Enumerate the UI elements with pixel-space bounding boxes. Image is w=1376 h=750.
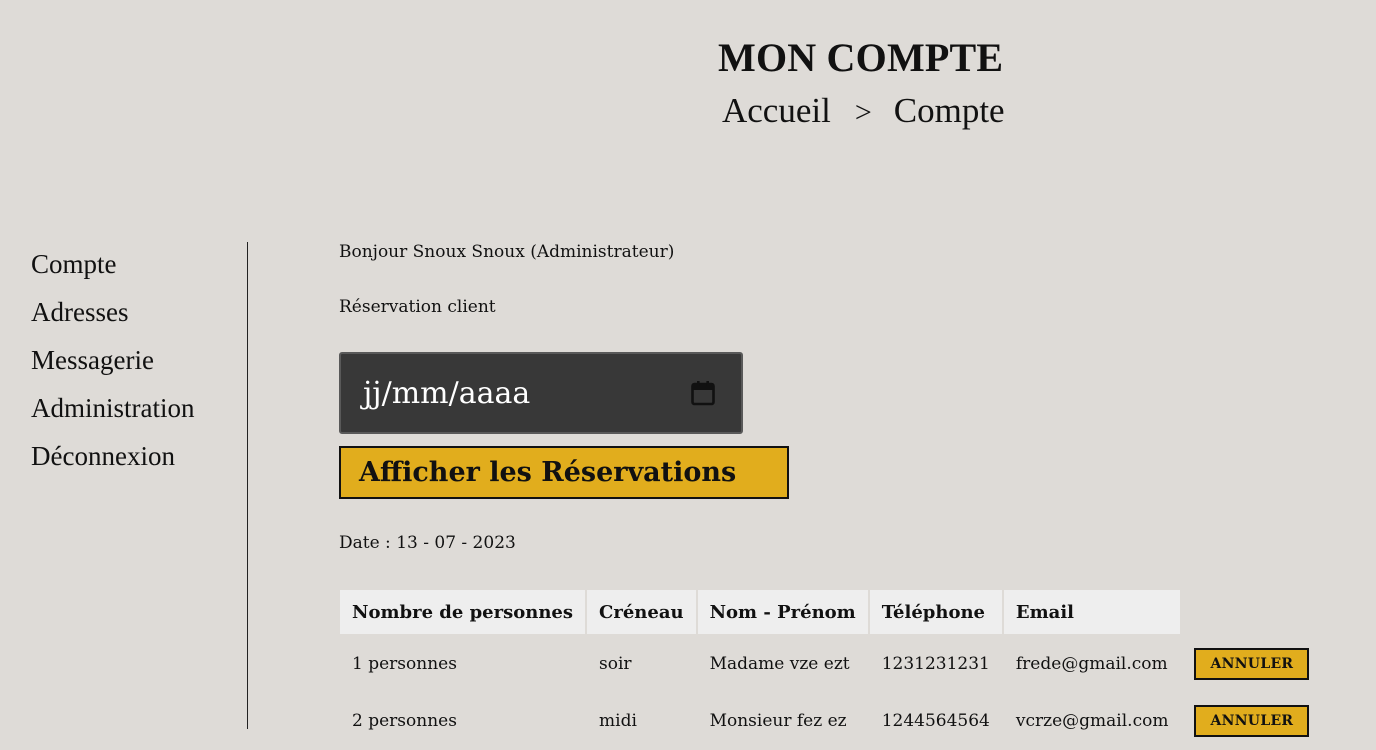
cell-email: vcrze@gmail.com xyxy=(1015,710,1169,731)
sidebar-item-compte[interactable]: Compte xyxy=(31,240,247,288)
page-header: MON COMPTE Accueil > Compte xyxy=(0,0,1376,200)
cell-name: Monsieur fez ez xyxy=(709,710,847,731)
cell-action: ANNULER xyxy=(1182,636,1321,691)
selected-date-label: Date : 13 - 07 - 2023 xyxy=(339,533,516,553)
column-header-phone: Téléphone xyxy=(869,590,1002,634)
section-label: Réservation client xyxy=(339,297,496,317)
cell-persons: 2 personnes xyxy=(352,710,457,731)
cell-slot: midi xyxy=(599,710,637,731)
cell-slot: soir xyxy=(599,653,632,674)
show-reservations-button[interactable]: Afficher les Réservations xyxy=(339,446,789,499)
calendar-icon[interactable] xyxy=(691,380,715,406)
reservations-table: Nombre de personnes Créneau Nom - Prénom… xyxy=(338,588,1323,750)
cell-email: frede@gmail.com xyxy=(1015,653,1168,674)
cell-phone: 1231231231 xyxy=(881,653,990,674)
cancel-reservation-button[interactable]: ANNULER xyxy=(1194,647,1310,680)
date-input[interactable]: jj/mm/aaaa xyxy=(339,352,743,434)
breadcrumb: Accueil > Compte xyxy=(722,90,1005,134)
greeting-text: Bonjour Snoux Snoux (Administrateur) xyxy=(339,242,675,262)
breadcrumb-home-link[interactable]: Accueil xyxy=(722,91,831,130)
breadcrumb-current: Compte xyxy=(893,91,1005,130)
cell-name: Madame vze ezt xyxy=(709,653,850,674)
sidebar-item-deconnexion[interactable]: Déconnexion xyxy=(31,432,247,480)
column-header-slot: Créneau xyxy=(587,590,696,634)
table-row: 2 personnes midi Monsieur fez ez 1244564… xyxy=(340,693,1321,748)
account-sidebar: Compte Adresses Messagerie Administratio… xyxy=(31,240,247,480)
cell-persons: 1 personnes xyxy=(352,653,457,674)
date-input-placeholder: jj/mm/aaaa xyxy=(363,375,531,411)
page-title: MON COMPTE xyxy=(718,35,1004,80)
sidebar-item-adresses[interactable]: Adresses xyxy=(31,288,247,336)
breadcrumb-separator: > xyxy=(854,96,872,129)
sidebar-item-messagerie[interactable]: Messagerie xyxy=(31,336,247,384)
cancel-reservation-button[interactable]: ANNULER xyxy=(1194,704,1310,737)
cell-phone: 1244564564 xyxy=(881,710,990,731)
sidebar-item-administration[interactable]: Administration xyxy=(31,384,247,432)
column-header-name: Nom - Prénom xyxy=(697,590,868,634)
table-row: 1 personnes soir Madame vze ezt 12312312… xyxy=(340,636,1321,691)
table-header-row: Nombre de personnes Créneau Nom - Prénom… xyxy=(340,590,1321,634)
column-header-action xyxy=(1182,590,1321,634)
cell-action: ANNULER xyxy=(1182,693,1321,748)
column-header-email: Email xyxy=(1003,590,1181,634)
column-header-persons: Nombre de personnes xyxy=(340,590,586,634)
sidebar-divider xyxy=(247,242,248,729)
